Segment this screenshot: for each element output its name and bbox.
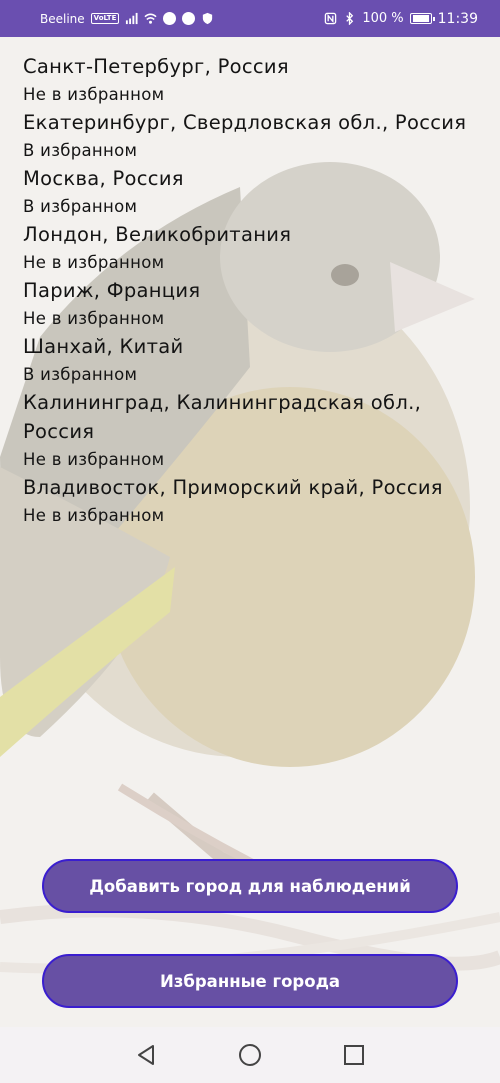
list-item[interactable]: Калининград, Калининградская обл., Росси… [23, 388, 483, 473]
app-icon [163, 12, 177, 25]
list-item[interactable]: Париж, Франция Не в избранном [23, 276, 483, 332]
city-name: Санкт-Петербург, Россия [23, 55, 289, 78]
back-icon [138, 1045, 154, 1065]
favorite-status: В избранном [23, 141, 138, 160]
list-item[interactable]: Санкт-Петербург, Россия Не в избранном [23, 52, 483, 108]
city-name: Калининград, Калининградская обл., Росси… [23, 391, 422, 443]
favorite-status: Не в избранном [23, 309, 165, 328]
favorite-status: Не в избранном [23, 506, 165, 525]
battery-icon [409, 13, 435, 24]
favorite-status: Не в избранном [23, 253, 165, 272]
list-item[interactable]: Шанхай, Китай В избранном [23, 332, 483, 388]
system-nav-bar [0, 1027, 500, 1083]
list-item[interactable]: Владивосток, Приморский край, Россия Не … [23, 473, 483, 529]
nfc-icon [325, 12, 337, 25]
carrier-label: Beeline [40, 11, 85, 26]
city-name: Лондон, Великобритания [23, 223, 292, 246]
status-left: Beeline VoLTE [40, 12, 214, 26]
favorite-status: Не в избранном [23, 85, 165, 104]
favorite-status: В избранном [23, 197, 138, 216]
clock: 11:39 [437, 10, 478, 27]
recents-icon [344, 1045, 364, 1065]
city-name: Париж, Франция [23, 279, 201, 302]
city-name: Шанхай, Китай [23, 335, 184, 358]
status-right: 100 % 11:39 [324, 11, 478, 27]
status-bar: Beeline VoLTE 100 % 11:39 [0, 0, 500, 37]
home-button[interactable] [238, 1043, 262, 1067]
city-name: Москва, Россия [23, 167, 184, 190]
bluetooth-icon [346, 12, 354, 25]
favorite-status: Не в избранном [23, 450, 165, 469]
favorite-cities-button[interactable]: Избранные города [42, 954, 458, 1008]
wifi-icon [144, 13, 157, 24]
favorite-status: В избранном [23, 365, 138, 384]
add-city-button[interactable]: Добавить город для наблюдений [42, 859, 458, 913]
recents-button[interactable] [342, 1043, 366, 1067]
back-button[interactable] [134, 1043, 158, 1067]
city-list: Санкт-Петербург, Россия Не в избранном Е… [23, 52, 483, 529]
volte-badge: VoLTE [90, 13, 120, 24]
telegram-icon [182, 12, 196, 25]
city-name: Екатеринбург, Свердловская обл., Россия [23, 111, 467, 134]
shield-icon [203, 12, 213, 25]
list-item[interactable]: Екатеринбург, Свердловская обл., Россия … [23, 108, 483, 164]
city-name: Владивосток, Приморский край, Россия [23, 476, 443, 499]
list-item[interactable]: Москва, Россия В избранном [23, 164, 483, 220]
list-item[interactable]: Лондон, Великобритания Не в избранном [23, 220, 483, 276]
home-icon [239, 1044, 261, 1066]
signal-icon [126, 12, 138, 25]
battery-percent: 100 % [362, 11, 404, 26]
